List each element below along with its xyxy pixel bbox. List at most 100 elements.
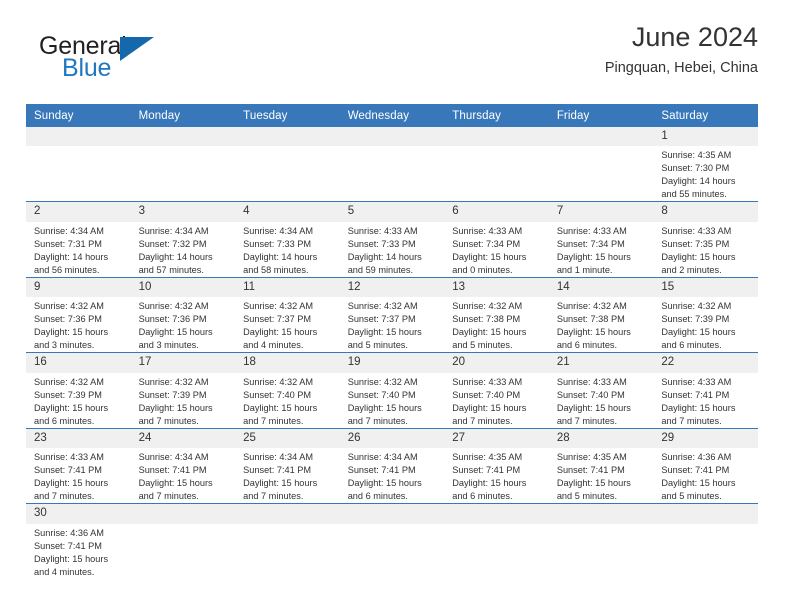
calendar-day-cell[interactable]: 22 Sunrise: 4:33 AM Sunset: 7:41 PM Dayligh… [653, 352, 758, 429]
calendar-day-cell-empty [130, 127, 236, 202]
calendar-day-cell[interactable]: 9 Sunrise: 4:32 AM Sunset: 7:36 PM Daylight… [26, 276, 131, 353]
calendar-week-row: 16 Sunrise: 4:32 AM Sunset: 7:39 PM Dayligh… [26, 352, 758, 429]
day-sun-info: Sunrise: 4:32 AM Sunset: 7:39 PM Daylight:… [653, 297, 758, 352]
calendar-day-cell[interactable]: 21 Sunrise: 4:33 AM Sunset: 7:40 PM Dayligh… [548, 352, 654, 429]
calendar-day-cell[interactable]: 4 Sunrise: 4:34 AM Sunset: 7:33 PM Daylight… [235, 201, 340, 278]
calendar-day-cell-empty [130, 503, 236, 579]
daylight-text-line1: Daylight: 15 hours [243, 478, 318, 489]
daylight-text-line1: Daylight: 15 hours [347, 327, 422, 338]
sunrise-text: Sunrise: 4:34 AM [138, 225, 209, 236]
day-number: 29 [653, 428, 758, 449]
sunrise-text: Sunrise: 4:33 AM [34, 452, 104, 463]
sunrise-text: Sunrise: 4:33 AM [661, 376, 732, 387]
day-sun-info: Sunrise: 4:36 AM Sunset: 7:41 PM Daylight:… [26, 524, 131, 579]
sunrise-text: Sunrise: 4:33 AM [556, 225, 627, 236]
calendar-day-cell[interactable]: 15 Sunrise: 4:32 AM Sunset: 7:39 PM Dayligh… [653, 276, 758, 353]
day-number: 10 [130, 277, 236, 298]
calendar-day-cell[interactable]: 6 Sunrise: 4:33 AM Sunset: 7:34 PM Daylight… [444, 201, 549, 278]
sunset-text: Sunset: 7:39 PM [661, 314, 730, 325]
calendar-day-cell[interactable]: 17 Sunrise: 4:32 AM Sunset: 7:39 PM Dayligh… [130, 352, 236, 429]
calendar-day-cell[interactable]: 26 Sunrise: 4:34 AM Sunset: 7:41 PM Dayligh… [339, 427, 445, 504]
calendar-day-cell-empty [235, 127, 340, 202]
sunrise-text: Sunrise: 4:33 AM [452, 225, 523, 236]
day-sun-info: Sunrise: 4:32 AM Sunset: 7:36 PM Daylight:… [131, 297, 236, 352]
daylight-text-line2: and 7 minutes. [138, 491, 199, 502]
daylight-text-line1: Daylight: 14 hours [34, 251, 109, 262]
day-number [653, 504, 758, 524]
day-sun-info: Sunrise: 4:34 AM Sunset: 7:31 PM Daylight:… [26, 222, 131, 277]
day-number: 15 [653, 277, 758, 298]
sunset-text: Sunset: 7:41 PM [34, 465, 102, 476]
sunrise-text: Sunrise: 4:32 AM [243, 301, 314, 312]
daylight-text-line2: and 1 minute. [556, 264, 613, 275]
location-subtitle: Pingquan, Hebei, China [604, 60, 758, 77]
sunrise-text: Sunrise: 4:35 AM [556, 452, 627, 463]
sunrise-text: Sunrise: 4:33 AM [661, 225, 732, 236]
calendar-day-cell-empty [26, 127, 131, 202]
calendar-day-cell[interactable]: 25 Sunrise: 4:34 AM Sunset: 7:41 PM Dayligh… [235, 427, 340, 504]
calendar-day-cell[interactable]: 1 Sunrise: 4:35 AM Sunset: 7:30 PM Daylight… [653, 127, 758, 202]
daylight-text-line1: Daylight: 15 hours [34, 402, 109, 413]
calendar-day-cell[interactable]: 12 Sunrise: 4:32 AM Sunset: 7:37 PM Dayligh… [339, 276, 445, 353]
brand-logo[interactable]: General Blue [26, 34, 236, 92]
day-number: 9 [26, 277, 131, 298]
daylight-text-line2: and 4 minutes. [34, 566, 95, 577]
sunrise-text: Sunrise: 4:36 AM [661, 452, 732, 463]
calendar-day-cell[interactable]: 19 Sunrise: 4:32 AM Sunset: 7:40 PM Dayligh… [339, 352, 445, 429]
sunset-text: Sunset: 7:36 PM [34, 314, 102, 325]
calendar-day-cell[interactable]: 10 Sunrise: 4:32 AM Sunset: 7:36 PM Dayligh… [130, 276, 236, 353]
day-sun-info: Sunrise: 4:36 AM Sunset: 7:41 PM Daylight:… [653, 448, 758, 503]
calendar-day-cell[interactable]: 13 Sunrise: 4:32 AM Sunset: 7:38 PM Dayligh… [444, 276, 549, 353]
calendar-day-cell[interactable]: 2 Sunrise: 4:34 AM Sunset: 7:31 PM Daylight… [26, 201, 131, 278]
daylight-text-line1: Daylight: 15 hours [556, 478, 631, 489]
daylight-text-line2: and 7 minutes. [243, 491, 304, 502]
calendar-day-cell[interactable]: 11 Sunrise: 4:32 AM Sunset: 7:37 PM Dayligh… [235, 276, 340, 353]
calendar-day-cell[interactable]: 5 Sunrise: 4:33 AM Sunset: 7:33 PM Daylight… [339, 201, 445, 278]
day-sun-info: Sunrise: 4:32 AM Sunset: 7:38 PM Daylight:… [549, 297, 654, 352]
day-number [26, 127, 131, 147]
calendar-day-cell[interactable]: 14 Sunrise: 4:32 AM Sunset: 7:38 PM Dayligh… [548, 276, 654, 353]
daylight-text-line1: Daylight: 15 hours [243, 402, 318, 413]
calendar-day-cell[interactable]: 8 Sunrise: 4:33 AM Sunset: 7:35 PM Daylight… [653, 201, 758, 278]
calendar-day-cell[interactable]: 7 Sunrise: 4:33 AM Sunset: 7:34 PM Daylight… [548, 201, 654, 278]
sunrise-text: Sunrise: 4:34 AM [243, 452, 314, 463]
calendar-day-cell[interactable]: 20 Sunrise: 4:33 AM Sunset: 7:40 PM Dayligh… [444, 352, 549, 429]
calendar-day-cell[interactable]: 24 Sunrise: 4:34 AM Sunset: 7:41 PM Dayligh… [130, 427, 236, 504]
sunset-text: Sunset: 7:33 PM [347, 238, 416, 249]
page-header: General Blue June 2024 Pingquan, Hebei, … [26, 22, 758, 96]
sunset-text: Sunset: 7:41 PM [452, 465, 521, 476]
sunrise-text: Sunrise: 4:32 AM [452, 301, 523, 312]
daylight-text-line1: Daylight: 14 hours [661, 176, 736, 187]
daylight-text-line2: and 5 minutes. [556, 491, 618, 502]
daylight-text-line2: and 58 minutes. [243, 264, 309, 275]
sunset-text: Sunset: 7:41 PM [661, 465, 730, 476]
calendar-day-cell[interactable]: 16 Sunrise: 4:32 AM Sunset: 7:39 PM Dayligh… [26, 352, 131, 429]
sunrise-text: Sunrise: 4:34 AM [34, 225, 104, 236]
day-sun-info: Sunrise: 4:32 AM Sunset: 7:36 PM Daylight:… [26, 297, 131, 352]
calendar-day-cell[interactable]: 28 Sunrise: 4:35 AM Sunset: 7:41 PM Dayligh… [548, 427, 654, 504]
weekday-header-saturday: Saturday [653, 104, 758, 127]
daylight-text-line2: and 3 minutes. [34, 340, 95, 351]
sunset-text: Sunset: 7:31 PM [34, 238, 102, 249]
daylight-text-line1: Daylight: 15 hours [452, 478, 527, 489]
day-sun-info: Sunrise: 4:35 AM Sunset: 7:41 PM Daylight:… [549, 448, 654, 503]
calendar-day-cell[interactable]: 27 Sunrise: 4:35 AM Sunset: 7:41 PM Dayligh… [444, 427, 549, 504]
calendar-day-cell[interactable]: 23 Sunrise: 4:33 AM Sunset: 7:41 PM Dayligh… [26, 427, 131, 504]
sunset-text: Sunset: 7:32 PM [138, 238, 207, 249]
calendar-day-cell[interactable]: 30 Sunrise: 4:36 AM Sunset: 7:41 PM Dayligh… [26, 503, 131, 579]
day-number: 4 [235, 202, 340, 222]
calendar-day-cell[interactable]: 29 Sunrise: 4:36 AM Sunset: 7:41 PM Dayligh… [653, 427, 758, 504]
calendar-header-row: Sunday Monday Tuesday Wednesday Thursday… [26, 104, 758, 127]
calendar-day-cell[interactable]: 18 Sunrise: 4:32 AM Sunset: 7:40 PM Dayligh… [235, 352, 340, 429]
daylight-text-line2: and 57 minutes. [138, 264, 204, 275]
daylight-text-line1: Daylight: 15 hours [452, 327, 527, 338]
daylight-text-line1: Daylight: 15 hours [138, 402, 213, 413]
sunset-text: Sunset: 7:35 PM [661, 238, 730, 249]
calendar-day-cell[interactable]: 3 Sunrise: 4:34 AM Sunset: 7:32 PM Daylight… [130, 201, 236, 278]
title-block: June 2024 Pingquan, Hebei, China [605, 22, 758, 77]
daylight-text-line2: and 5 minutes. [661, 491, 722, 502]
day-sun-info: Sunrise: 4:33 AM Sunset: 7:34 PM Daylight:… [549, 222, 654, 277]
day-number: 2 [26, 202, 131, 222]
calendar-week-row: 9 Sunrise: 4:32 AM Sunset: 7:36 PM Daylight… [26, 276, 758, 353]
sunrise-text: Sunrise: 4:32 AM [34, 301, 104, 312]
